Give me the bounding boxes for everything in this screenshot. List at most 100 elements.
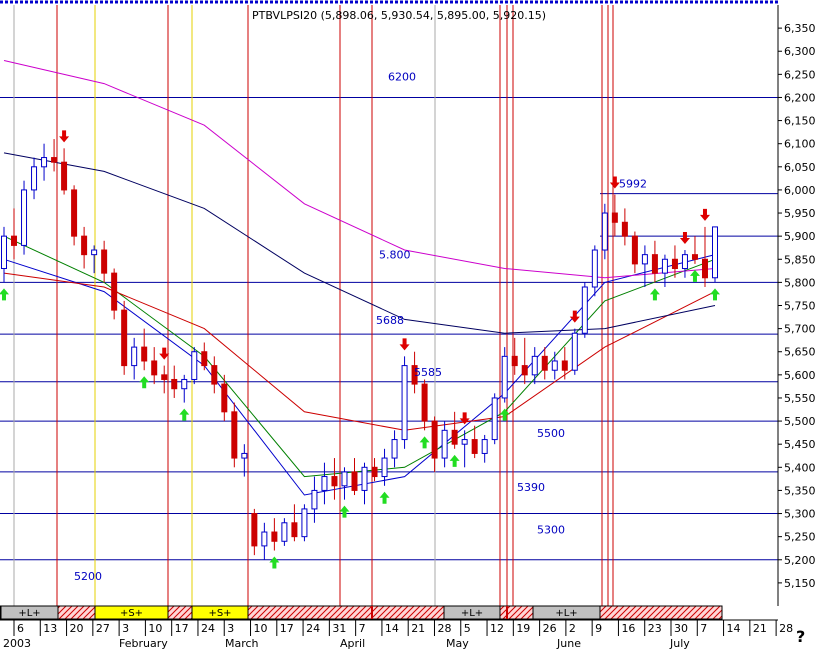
y-tick-label: 6,300 — [784, 45, 816, 58]
y-tick-label: 6,050 — [784, 161, 816, 174]
candle — [712, 226, 718, 283]
candle-body — [321, 476, 328, 491]
candle-body — [381, 457, 388, 478]
candle-body — [201, 351, 208, 367]
x-tick-label: 21 — [753, 622, 767, 635]
candle-body — [541, 355, 548, 371]
candle-body — [171, 378, 178, 390]
candle-body — [361, 466, 368, 491]
candle-body — [281, 522, 288, 542]
candle-body — [271, 531, 278, 542]
y-tick-label: 5,250 — [784, 531, 816, 544]
candle-body — [161, 374, 168, 380]
candle-body — [81, 235, 88, 256]
level-label: 6200 — [388, 70, 416, 83]
candle-body — [151, 360, 158, 376]
candle-body — [631, 235, 638, 265]
y-tick-label: 5,450 — [784, 438, 816, 451]
candle-body — [311, 489, 318, 510]
x-tick-label: 27 — [96, 622, 110, 635]
candle — [231, 402, 238, 468]
x-tick-label: 14 — [385, 622, 399, 635]
x-tick-label: 23 — [648, 622, 662, 635]
candle-body — [91, 249, 98, 256]
candle-body — [681, 254, 688, 270]
x-tick-label: 14 — [727, 622, 741, 635]
candle-body — [141, 346, 148, 362]
candle-body — [531, 355, 538, 376]
candle-body — [261, 531, 268, 547]
y-tick-label: 6,200 — [784, 91, 816, 104]
month-label: 2003 — [3, 637, 31, 649]
y-tick-label: 5,150 — [784, 577, 816, 590]
candle-body — [591, 249, 598, 288]
candle-body — [181, 378, 188, 390]
x-tick-label: 20 — [70, 622, 84, 635]
candle-body — [371, 466, 378, 478]
candle-body — [31, 166, 38, 191]
candle-body — [331, 476, 338, 487]
candle-body — [221, 383, 228, 413]
month-label: March — [225, 637, 259, 649]
candle-body — [291, 522, 298, 538]
candle-body — [11, 235, 18, 246]
candle-body — [441, 429, 448, 459]
x-tick-label: 2 — [569, 622, 576, 635]
y-tick-label: 6,250 — [784, 68, 816, 81]
x-tick-label: 24 — [306, 622, 320, 635]
candle-body — [111, 272, 118, 311]
candle-body — [621, 221, 628, 237]
candle-body — [521, 365, 528, 376]
candle-body — [241, 452, 248, 459]
y-tick-label: 6,150 — [784, 115, 816, 128]
corner-mark: ? — [796, 627, 805, 646]
candle-body — [461, 439, 468, 445]
x-tick-label: 3 — [227, 622, 234, 635]
candle-body — [121, 309, 128, 367]
x-tick-label: 17 — [280, 622, 294, 635]
candle-body — [481, 439, 488, 454]
signal-band-label: +S+ — [208, 608, 231, 619]
candle-body — [231, 411, 238, 459]
month-label: April — [340, 637, 365, 649]
signal-band-label: +L+ — [461, 608, 483, 619]
x-tick-label: 24 — [201, 622, 215, 635]
candle — [581, 282, 588, 338]
candle-body — [251, 513, 258, 547]
candle-body — [661, 258, 668, 274]
candle-body — [421, 383, 428, 422]
level-label: 5500 — [537, 427, 565, 440]
y-tick-label: 6,350 — [784, 22, 816, 35]
candle-body — [41, 157, 48, 168]
candle — [21, 180, 28, 255]
candle-body — [131, 346, 138, 367]
candle-body — [391, 439, 398, 459]
candle — [571, 328, 578, 375]
candle — [491, 393, 498, 445]
candle-body — [1, 235, 7, 270]
chart: 6200 5992 5.800 5688 5585 5500 5390 5300 5200 +L… — [0, 0, 826, 650]
x-tick-label: 7 — [359, 622, 366, 635]
candle-body — [571, 332, 578, 371]
candle-body — [211, 365, 218, 385]
candle-body — [561, 360, 568, 371]
level-label: 5390 — [517, 481, 545, 494]
y-tick-label: 5,850 — [784, 253, 816, 266]
y-tick-label: 5,300 — [784, 508, 816, 521]
y-tick-label: 5,400 — [784, 461, 816, 474]
candle — [121, 300, 128, 375]
candle-body — [712, 226, 718, 279]
level-label: 5688 — [376, 314, 404, 327]
y-tick-label: 5,900 — [784, 230, 816, 243]
level-label: 5200 — [74, 570, 102, 583]
candle — [71, 185, 78, 246]
candle-body — [101, 249, 108, 274]
signal-band-label: +L+ — [555, 608, 577, 619]
candle-body — [301, 508, 308, 538]
signal-band-label: +S+ — [120, 608, 143, 619]
candle-body — [191, 351, 198, 380]
candle-body — [651, 254, 658, 274]
candle-body — [581, 286, 588, 334]
candle — [191, 347, 198, 385]
y-tick-label: 5,200 — [784, 554, 816, 567]
